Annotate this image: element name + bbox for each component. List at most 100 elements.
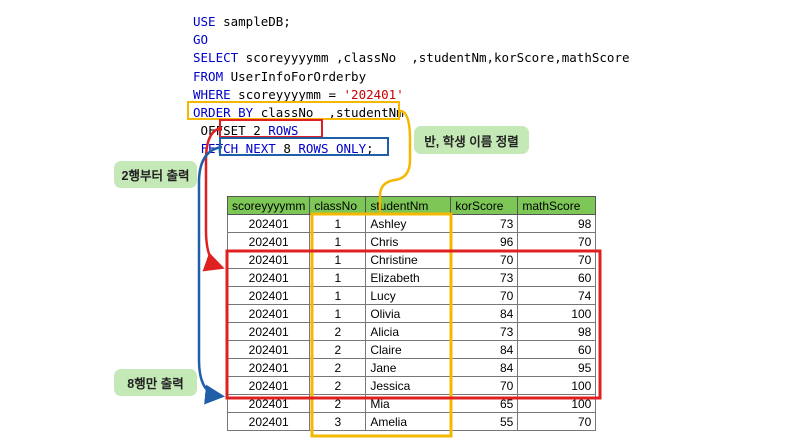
column-header: korScore bbox=[450, 196, 519, 215]
table-cell: 202401 bbox=[226, 340, 311, 359]
table-cell: 1 bbox=[309, 250, 367, 269]
table-cell: Claire bbox=[365, 340, 452, 359]
table-row: 202401 1 Olivia 84 100 bbox=[226, 304, 597, 323]
table-cell: 2 bbox=[309, 376, 367, 395]
table-cell: 202401 bbox=[226, 412, 311, 431]
table-cell: 202401 bbox=[226, 304, 311, 323]
table-cell: 74 bbox=[517, 286, 597, 305]
table-cell: 1 bbox=[309, 214, 367, 233]
table-cell: 100 bbox=[517, 304, 597, 323]
fetch-callout: 8행만 출력 bbox=[114, 369, 197, 396]
code-token: ROWS bbox=[268, 123, 299, 139]
table-cell: Mia bbox=[365, 394, 452, 413]
table-cell: 73 bbox=[450, 268, 519, 287]
code-line: WHERE scoreyyyymm = '202401' bbox=[193, 86, 630, 104]
table-cell: 202401 bbox=[226, 376, 311, 395]
code-line: OFFSET 2 ROWS bbox=[193, 122, 630, 140]
table-cell: 2 bbox=[309, 340, 367, 359]
table-row: 202401 2 Claire 84 60 bbox=[226, 340, 597, 359]
table-row: 202401 2 Alicia 73 98 bbox=[226, 322, 597, 341]
table-row: 202401 3 Amelia 55 70 bbox=[226, 412, 597, 431]
table-cell: 95 bbox=[517, 358, 597, 377]
table-cell: 1 bbox=[309, 268, 367, 287]
table-cell: 1 bbox=[309, 232, 367, 251]
code-line: USE sampleDB; bbox=[193, 13, 630, 31]
table-row: 202401 2 Jessica 70 100 bbox=[226, 376, 597, 395]
table-row: 202401 1 Christine 70 70 bbox=[226, 250, 597, 269]
code-line: FROM UserInfoForOrderby bbox=[193, 68, 630, 86]
code-token: sampleDB; bbox=[215, 14, 291, 29]
offset-callout: 2행부터 출력 bbox=[114, 161, 197, 188]
table-cell: 2 bbox=[309, 358, 367, 377]
table-cell: 202401 bbox=[226, 358, 311, 377]
sort-callout: 반, 학생 이름 정렬 bbox=[414, 126, 529, 154]
table-cell: 70 bbox=[517, 412, 597, 431]
code-token: USE bbox=[193, 14, 216, 29]
code-line: GO bbox=[193, 31, 630, 49]
code-token: WHERE bbox=[193, 86, 231, 102]
table-cell: 70 bbox=[450, 250, 519, 269]
table-cell: 202401 bbox=[226, 286, 311, 305]
table-cell: 100 bbox=[517, 376, 597, 395]
table-cell: 3 bbox=[309, 412, 367, 431]
table-cell: 98 bbox=[517, 322, 597, 341]
table-cell: 2 bbox=[309, 322, 367, 341]
sql-code-block: USE sampleDB; GO SELECT scoreyyyymm ,class… bbox=[193, 13, 630, 159]
table-cell: 70 bbox=[450, 376, 519, 395]
code-line: SELECT scoreyyyymm ,classNo ,studentNm,k… bbox=[193, 49, 630, 67]
table-cell: 96 bbox=[450, 232, 519, 251]
table-row: 202401 2 Jane 84 95 bbox=[226, 358, 597, 377]
table-row: 202401 2 Mia 65 100 bbox=[226, 394, 597, 413]
code-token: GO bbox=[193, 32, 209, 48]
table-cell: Olivia bbox=[365, 304, 452, 323]
column-header: mathScore bbox=[517, 196, 597, 215]
code-token: '202401' bbox=[343, 86, 404, 102]
table-cell: 202401 bbox=[226, 322, 311, 341]
table-cell: 73 bbox=[450, 322, 519, 341]
code-token: scoreyyyymm = bbox=[230, 86, 344, 102]
table-cell: 55 bbox=[450, 412, 519, 431]
table-cell: Ashley bbox=[365, 214, 452, 233]
table-cell: Alicia bbox=[365, 322, 452, 341]
table-cell: Christine bbox=[365, 250, 452, 269]
table-cell: 84 bbox=[450, 304, 519, 323]
code-token: ORDER BY bbox=[193, 104, 254, 120]
table-cell: 84 bbox=[450, 340, 519, 359]
table-row: 202401 1 Chris 96 70 bbox=[226, 232, 597, 251]
code-token: FETCH NEXT bbox=[193, 141, 276, 157]
column-header: studentNm bbox=[365, 196, 452, 215]
table-cell: 70 bbox=[517, 232, 597, 251]
code-token: UserInfoForOrderby bbox=[223, 68, 367, 84]
table-row: 202401 1 Elizabeth 73 60 bbox=[226, 268, 597, 287]
table-cell: 73 bbox=[450, 214, 519, 233]
table-cell: Elizabeth bbox=[365, 268, 452, 287]
table-cell: 202401 bbox=[226, 268, 311, 287]
column-header: scoreyyyymm bbox=[226, 196, 311, 215]
table-cell: 100 bbox=[517, 394, 597, 413]
fetch-arrow bbox=[197, 145, 225, 405]
table-cell: 202401 bbox=[226, 232, 311, 251]
table-cell: Jessica bbox=[365, 376, 452, 395]
table-cell: 1 bbox=[309, 286, 367, 305]
table-cell: Chris bbox=[365, 232, 452, 251]
code-token: ; bbox=[366, 141, 374, 157]
code-line: ORDER BY classNo ,studentNm bbox=[193, 104, 630, 122]
code-token: SELECT bbox=[193, 50, 239, 66]
code-token: FROM bbox=[193, 68, 224, 84]
table-cell: 98 bbox=[517, 214, 597, 233]
code-line: FETCH NEXT 8 ROWS ONLY; bbox=[193, 140, 630, 158]
code-token: classNo ,studentNm bbox=[253, 104, 404, 120]
table-cell: 65 bbox=[450, 394, 519, 413]
table-cell: 2 bbox=[309, 394, 367, 413]
code-token: 8 bbox=[275, 141, 299, 157]
code-token: ROWS ONLY bbox=[298, 141, 367, 157]
table-row: 202401 1 Lucy 70 74 bbox=[226, 286, 597, 305]
table-cell: 60 bbox=[517, 268, 597, 287]
table-cell: Amelia bbox=[365, 412, 452, 431]
table-cell: 70 bbox=[450, 286, 519, 305]
table-cell: 202401 bbox=[226, 214, 311, 233]
table-cell: 60 bbox=[517, 340, 597, 359]
table-cell: 202401 bbox=[226, 250, 311, 269]
code-token: scoreyyyymm ,classNo ,studentNm,korScore… bbox=[238, 50, 630, 66]
column-header: classNo bbox=[309, 196, 367, 215]
